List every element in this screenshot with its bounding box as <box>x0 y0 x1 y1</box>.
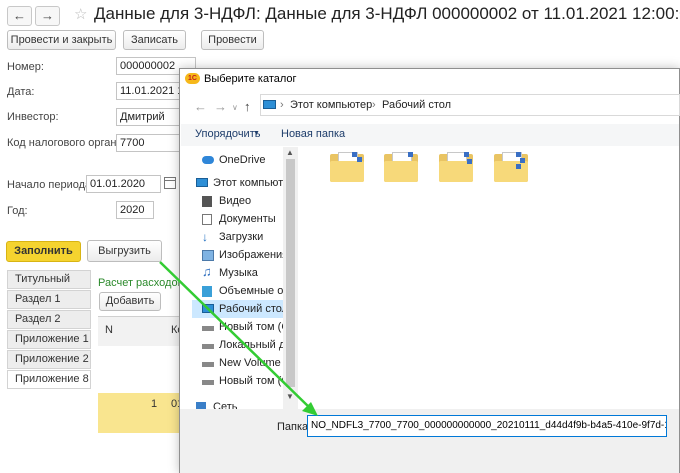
annotation-arrow <box>159 261 318 416</box>
